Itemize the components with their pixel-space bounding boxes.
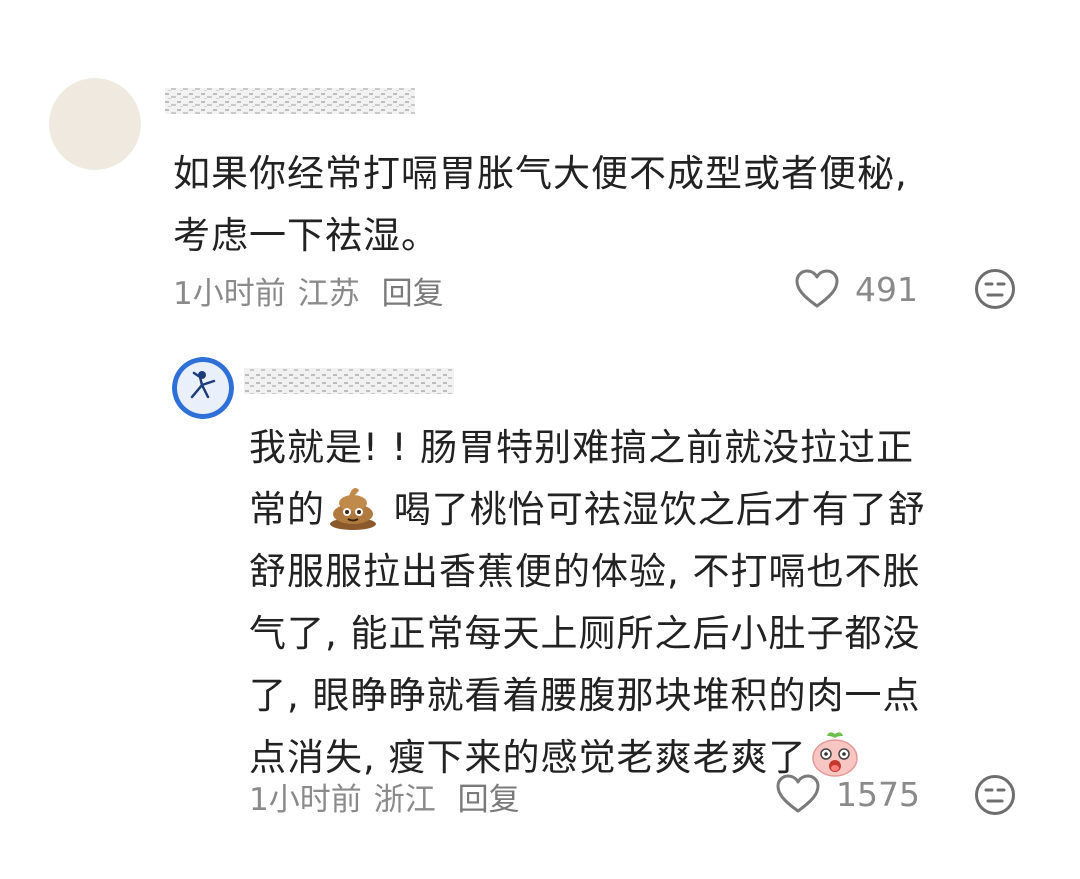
like-count: 1575 <box>836 774 920 814</box>
location: 浙江 <box>373 782 436 818</box>
like-button[interactable]: 491 <box>795 264 918 314</box>
comment-line: 常的 喝了桃怡可祛湿饮之后才有了舒 <box>249 479 926 541</box>
heart-outline-icon <box>776 774 820 814</box>
comment-meta: 1小时前 江苏 回复 <box>173 268 456 313</box>
username-obscured[interactable] <box>165 84 415 118</box>
username-obscured[interactable] <box>244 364 454 398</box>
timestamp: 1小时前 <box>173 276 286 312</box>
meh-face-icon[interactable] <box>974 774 1016 816</box>
comment-line: 舒服服拉出香蕉便的体验, 不打嗝也不胀 <box>249 550 921 593</box>
timestamp: 1小时前 <box>249 782 362 818</box>
comment-text: 如果你经常打嗝胃胀气大便不成型或者便秘, 考虑一下祛湿。 <box>173 143 908 267</box>
reply-button[interactable]: 回复 <box>458 782 520 818</box>
comment-line: 如果你经常打嗝胃胀气大便不成型或者便秘, <box>173 152 908 195</box>
avatar[interactable] <box>49 78 141 170</box>
like-button[interactable]: 1575 <box>776 769 920 819</box>
like-count: 491 <box>855 269 918 309</box>
location: 江苏 <box>297 276 360 312</box>
poop-emoji <box>327 482 379 530</box>
comment-line: 了, 眼睁睁就看着腰腹那块堆积的肉一点 <box>249 674 921 717</box>
meh-face-icon[interactable] <box>974 268 1016 310</box>
comment-1: 如果你经常打嗝胃胀气大便不成型或者便秘, 考虑一下祛湿。 1小时前 江苏 回复 4… <box>0 0 1080 330</box>
comment-line: 考虑一下祛湿。 <box>173 214 439 257</box>
avatar[interactable] <box>172 357 234 419</box>
heart-outline-icon <box>795 269 839 309</box>
comment-text: 我就是! ! 肠胃特别难搞之前就没拉过正 常的 喝了桃怡可祛湿饮之后才有了舒 舒… <box>249 417 926 789</box>
comment-meta: 1小时前 浙江 回复 <box>249 774 532 819</box>
reply-button[interactable]: 回复 <box>382 276 444 312</box>
comment-line: 我就是! ! 肠胃特别难搞之前就没拉过正 <box>249 426 915 469</box>
comment-line: 气了, 能正常每天上厕所之后小肚子都没 <box>249 612 921 655</box>
comment-2: 我就是! ! 肠胃特别难搞之前就没拉过正 常的 喝了桃怡可祛湿饮之后才有了舒 舒… <box>0 340 1080 879</box>
